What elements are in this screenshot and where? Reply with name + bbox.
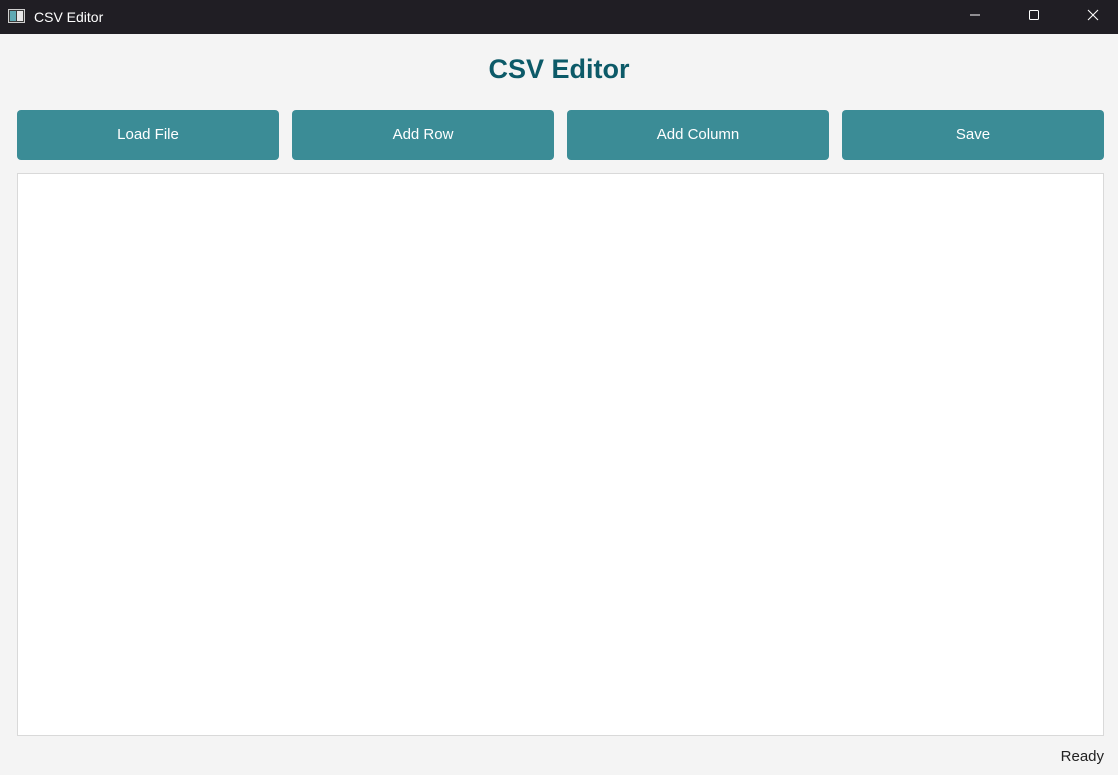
minimize-icon (969, 8, 981, 26)
title-bar[interactable]: CSV Editor (0, 0, 1118, 34)
add-row-button[interactable]: Add Row (292, 110, 554, 160)
csv-table[interactable] (17, 173, 1104, 736)
save-button[interactable]: Save (842, 110, 1104, 160)
app-window-icon (8, 9, 25, 23)
close-icon (1087, 8, 1099, 26)
add-column-button[interactable]: Add Column (567, 110, 829, 160)
status-text: Ready (1060, 748, 1104, 765)
page-title: CSV Editor (488, 54, 630, 84)
close-button[interactable] (1070, 0, 1116, 34)
maximize-icon (1028, 8, 1040, 26)
app-window: CSV Editor CSV Editor Load File Add Row … (0, 0, 1118, 775)
window-title: CSV Editor (34, 9, 104, 25)
maximize-button[interactable] (1011, 0, 1057, 34)
load-file-button[interactable]: Load File (17, 110, 279, 160)
minimize-button[interactable] (952, 0, 998, 34)
